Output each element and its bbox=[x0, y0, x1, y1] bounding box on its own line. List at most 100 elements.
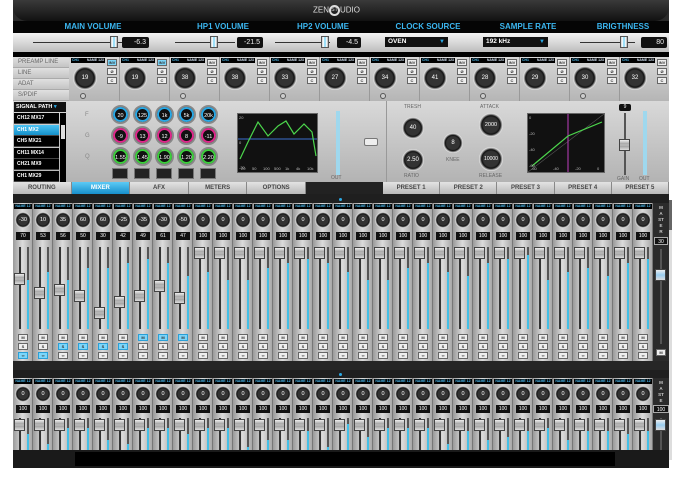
volume-value[interactable]: 100 bbox=[336, 405, 350, 413]
fader-track[interactable] bbox=[274, 418, 285, 450]
volume-value[interactable]: 100 bbox=[256, 232, 270, 240]
solo-button[interactable]: S bbox=[138, 343, 148, 350]
fader-track[interactable] bbox=[494, 418, 505, 450]
volume-value[interactable]: 100 bbox=[616, 405, 630, 413]
fader-handle[interactable] bbox=[14, 272, 25, 285]
mute-button[interactable]: M bbox=[218, 334, 228, 341]
fader-track[interactable] bbox=[254, 247, 265, 329]
strip-button-phase[interactable]: Ø bbox=[657, 68, 667, 75]
volume-value[interactable]: 100 bbox=[556, 405, 570, 413]
volume-value[interactable]: 100 bbox=[236, 232, 250, 240]
solo-button[interactable]: S bbox=[178, 343, 188, 350]
fader-handle[interactable] bbox=[274, 247, 285, 259]
strip-button-inv[interactable]: INV bbox=[657, 59, 667, 66]
master-fader[interactable] bbox=[655, 249, 666, 344]
pan-knob[interactable]: 0 bbox=[475, 212, 491, 228]
solo-button[interactable]: S bbox=[298, 343, 308, 350]
link-knob-icon[interactable] bbox=[280, 93, 286, 99]
strip-button-phase[interactable]: Ø bbox=[157, 68, 167, 75]
link-button[interactable]: ∞ bbox=[318, 352, 328, 359]
hp1-volume-slider[interactable] bbox=[175, 36, 235, 48]
solo-button[interactable]: S bbox=[38, 343, 48, 350]
strip-button-phase[interactable]: Ø bbox=[607, 68, 617, 75]
link-button[interactable]: ∞ bbox=[278, 352, 288, 359]
fader-track[interactable] bbox=[194, 418, 205, 450]
tab-options[interactable]: OPTIONS bbox=[247, 182, 306, 194]
eq-knob-f[interactable]: 1k bbox=[155, 105, 174, 124]
volume-value[interactable]: 100 bbox=[556, 232, 570, 240]
scrollbar-thumb[interactable] bbox=[669, 200, 672, 230]
pan-knob[interactable]: 0 bbox=[415, 386, 431, 402]
link-button[interactable]: ∞ bbox=[18, 352, 28, 359]
mute-button[interactable]: M bbox=[498, 334, 508, 341]
eq-knob-g[interactable]: -11 bbox=[199, 126, 218, 145]
slider-handle[interactable] bbox=[619, 139, 630, 151]
tab-preset-1[interactable]: PRESET 1 bbox=[383, 182, 441, 194]
fader-handle[interactable] bbox=[134, 419, 145, 431]
fader-handle[interactable] bbox=[594, 419, 605, 431]
strip-button-phase[interactable]: Ø bbox=[307, 68, 317, 75]
volume-value[interactable]: 100 bbox=[56, 405, 70, 413]
solo-button[interactable]: S bbox=[458, 343, 468, 350]
pan-knob[interactable]: 0 bbox=[315, 212, 331, 228]
fader-handle[interactable] bbox=[554, 419, 565, 431]
fader-handle[interactable] bbox=[234, 419, 245, 431]
pan-knob[interactable]: -30 bbox=[15, 212, 31, 228]
pan-knob[interactable]: 0 bbox=[295, 212, 311, 228]
mute-button[interactable]: M bbox=[638, 334, 648, 341]
pan-knob[interactable]: 0 bbox=[235, 212, 251, 228]
fader-handle[interactable] bbox=[194, 419, 205, 431]
fader-track[interactable] bbox=[74, 247, 85, 329]
fader-handle[interactable] bbox=[154, 419, 165, 431]
fader-handle[interactable] bbox=[334, 419, 345, 431]
pan-knob[interactable]: 0 bbox=[235, 386, 251, 402]
solo-button[interactable]: S bbox=[78, 343, 88, 350]
master-mute-button[interactable]: M bbox=[656, 349, 666, 356]
pan-knob[interactable]: 0 bbox=[575, 212, 591, 228]
fader-handle[interactable] bbox=[614, 247, 625, 259]
pan-knob[interactable]: 0 bbox=[195, 386, 211, 402]
fader-handle[interactable] bbox=[574, 419, 585, 431]
mute-button[interactable]: M bbox=[458, 334, 468, 341]
fader-handle[interactable] bbox=[554, 247, 565, 259]
fader-track[interactable] bbox=[154, 247, 165, 329]
fader-track[interactable] bbox=[454, 247, 465, 329]
volume-value[interactable]: 100 bbox=[596, 232, 610, 240]
pan-knob[interactable]: 0 bbox=[275, 386, 291, 402]
fader-track[interactable] bbox=[134, 418, 145, 450]
mute-button[interactable]: M bbox=[358, 334, 368, 341]
pan-knob[interactable]: 0 bbox=[615, 212, 631, 228]
volume-value[interactable]: 56 bbox=[56, 232, 70, 240]
fader-track[interactable] bbox=[374, 418, 385, 450]
link-button[interactable]: ∞ bbox=[498, 352, 508, 359]
fader-handle[interactable] bbox=[314, 247, 325, 259]
main-volume-slider[interactable] bbox=[33, 36, 128, 48]
mute-button[interactable]: M bbox=[538, 334, 548, 341]
fader-handle[interactable] bbox=[354, 419, 365, 431]
slider-handle[interactable] bbox=[109, 36, 118, 48]
pan-knob[interactable]: 0 bbox=[315, 386, 331, 402]
strip-button-inv[interactable]: INV bbox=[307, 59, 317, 66]
fader-track[interactable] bbox=[334, 247, 345, 329]
fader-track[interactable] bbox=[74, 418, 85, 450]
solo-button[interactable]: S bbox=[18, 343, 28, 350]
pan-knob[interactable]: 0 bbox=[595, 386, 611, 402]
fader-track[interactable] bbox=[594, 247, 605, 329]
fader-track[interactable] bbox=[634, 247, 645, 329]
pan-knob[interactable]: 0 bbox=[255, 212, 271, 228]
pan-knob[interactable]: 0 bbox=[555, 386, 571, 402]
mute-button[interactable]: M bbox=[138, 334, 148, 341]
pan-knob[interactable]: 0 bbox=[215, 212, 231, 228]
fader-track[interactable] bbox=[174, 418, 185, 450]
fader-handle[interactable] bbox=[594, 247, 605, 259]
strip-button-inv[interactable]: INV bbox=[107, 59, 117, 66]
tab-afx[interactable]: AFX bbox=[130, 182, 189, 194]
brightness-value[interactable]: 80 bbox=[641, 37, 667, 48]
solo-button[interactable]: S bbox=[638, 343, 648, 350]
pan-knob[interactable]: 0 bbox=[455, 212, 471, 228]
fader-handle[interactable] bbox=[234, 247, 245, 259]
volume-value[interactable]: 100 bbox=[496, 405, 510, 413]
fader-handle[interactable] bbox=[134, 290, 145, 303]
tab-preset-3[interactable]: PRESET 3 bbox=[497, 182, 555, 194]
fader-track[interactable] bbox=[494, 247, 505, 329]
